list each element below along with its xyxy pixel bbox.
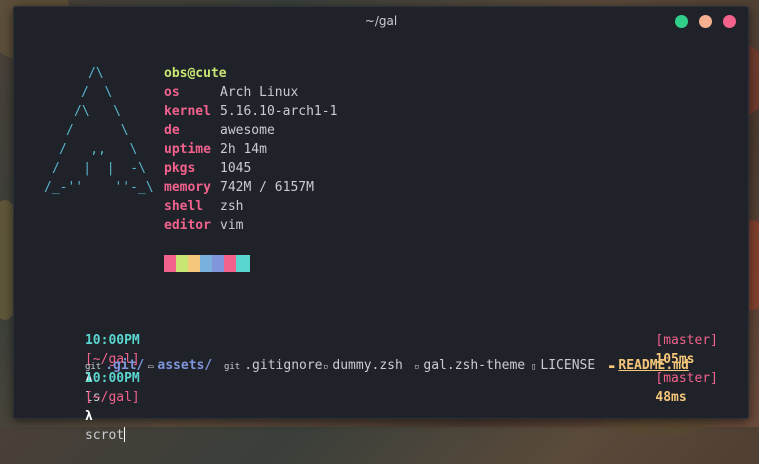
info-value-editor: vim [220, 218, 244, 233]
file-icon: ▫ [413, 362, 420, 372]
git-icon: git [223, 362, 241, 372]
info-value-shell: zsh [220, 199, 244, 214]
info-value-uptime: 2h 14m [220, 142, 267, 157]
terminal-window[interactable]: ~/gal /\ / \ /\ \ / \ / ,, \ / | | -\ /_… [13, 6, 749, 443]
prompt-right-2: [master] 48ms [608, 350, 718, 426]
info-label-os: os [164, 85, 180, 100]
info-label-de: de [164, 123, 180, 138]
info-value-os: Arch Linux [220, 85, 299, 100]
info-label-shell: shell [164, 199, 204, 214]
prompt-dir: [~/gal] [84, 390, 140, 405]
prompt-command: scrot [84, 428, 125, 443]
info-label-editor: editor [164, 218, 211, 233]
info-label-uptime: uptime [164, 142, 211, 157]
info-value-kernel: 5.16.10-arch1-1 [220, 104, 338, 119]
info-label-kernel: kernel [164, 104, 211, 119]
file-icon: ▫ [322, 362, 329, 372]
info-value-memory: 742M / 6157M [220, 180, 314, 195]
info-label-memory: memory [164, 180, 211, 195]
arch-logo-line: / | | -\ [52, 161, 146, 176]
prompt-lambda: λ [84, 409, 93, 424]
info-value-pkgs: 1045 [220, 161, 252, 176]
prompt-time: 10:00PM [84, 371, 140, 386]
text-cursor [124, 427, 126, 442]
arch-logo-line: /\ [88, 66, 104, 81]
document-icon: ▯ [530, 362, 537, 372]
info-value-de: awesome [220, 123, 275, 138]
arch-logo-line: /\ \ [74, 104, 121, 119]
user-host: obs@cute [164, 66, 227, 81]
command-duration: 48ms [655, 390, 687, 405]
arch-logo-line: / \ [66, 123, 129, 138]
prompt-line-2[interactable]: 10:00PM [~/gal] λ scrot [38, 350, 140, 464]
folder-icon: ▭ [147, 362, 154, 372]
git-branch: [master] [655, 371, 718, 386]
arch-logo-line: /_-'' ''-_\ [44, 180, 154, 195]
info-label-pkgs: pkgs [164, 161, 196, 176]
arch-logo-line: / \ [81, 85, 113, 100]
arch-logo-line: / ,, \ [59, 142, 138, 157]
palette-swatch [236, 255, 250, 272]
terminal-content[interactable]: /\ / \ /\ \ / \ / ,, \ / | | -\ /_-'' ''… [14, 7, 748, 443]
